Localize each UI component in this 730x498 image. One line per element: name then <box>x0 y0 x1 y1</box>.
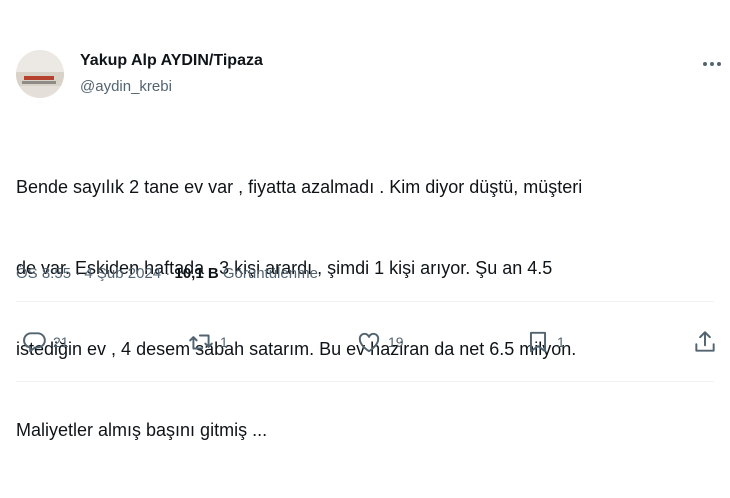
reply-count: 21 <box>53 334 69 350</box>
divider <box>16 381 714 382</box>
more-button[interactable] <box>697 52 727 76</box>
tweet-time[interactable]: ÖS 8:55 <box>16 265 71 282</box>
divider <box>16 301 714 302</box>
like-count: 19 <box>388 334 404 350</box>
like-button[interactable]: 19 <box>356 328 404 356</box>
author-handle[interactable]: @aydin_krebi <box>80 77 172 97</box>
more-dots-icon <box>703 62 721 66</box>
tweet-text: Bende sayılık 2 tane ev var , fiyatta az… <box>16 120 716 498</box>
meta-separator: · <box>161 265 175 282</box>
heart-icon <box>358 332 380 353</box>
avatar-image <box>16 50 64 98</box>
retweet-icon <box>189 334 213 350</box>
bookmark-button[interactable]: 1 <box>525 328 565 356</box>
reply-button[interactable]: 21 <box>21 328 69 356</box>
avatar[interactable] <box>16 50 64 98</box>
retweet-button[interactable]: 1 <box>188 328 228 356</box>
tweet-meta: ÖS 8:55 · 4 Şub 2024 · 10,1 B Görüntülen… <box>16 264 318 284</box>
views-count: 10,1 B <box>174 265 219 282</box>
tweet-text-line: Bende sayılık 2 tane ev var , fiyatta az… <box>16 177 583 197</box>
share-icon <box>695 331 715 352</box>
tweet-text-line: Maliyetler almış başını gitmiş ... <box>16 420 268 440</box>
reply-icon <box>23 332 46 353</box>
share-button[interactable] <box>692 328 718 356</box>
views-label: Görüntülenme <box>218 265 318 282</box>
author-name[interactable]: Yakup Alp AYDIN/Tipaza <box>80 51 263 71</box>
tweet-card: Yakup Alp AYDIN/Tipaza @aydin_krebi Bend… <box>0 0 730 440</box>
meta-separator: · <box>71 265 85 282</box>
tweet-date[interactable]: 4 Şub 2024 <box>84 265 161 282</box>
bookmark-count: 1 <box>557 334 565 350</box>
bookmark-icon <box>529 331 547 353</box>
retweet-count: 1 <box>220 334 228 350</box>
